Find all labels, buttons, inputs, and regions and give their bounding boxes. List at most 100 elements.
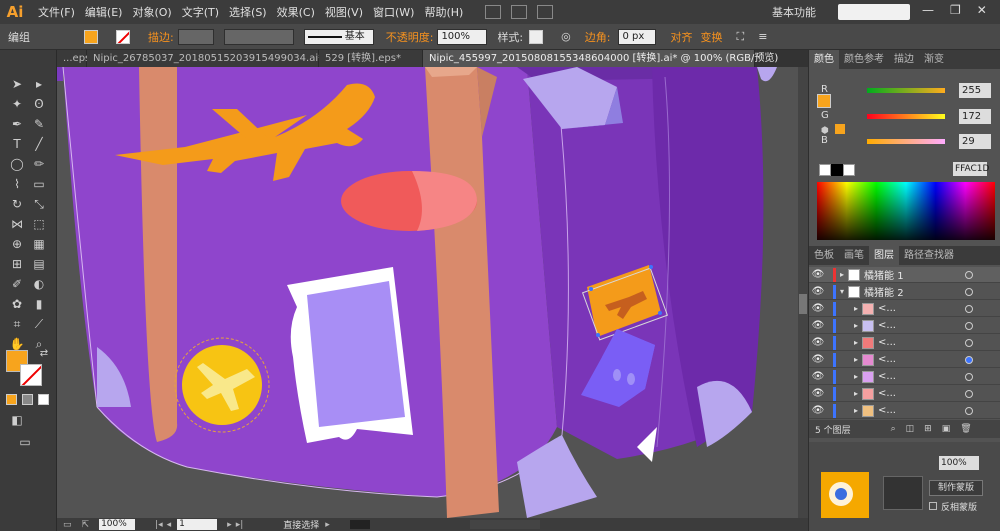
zoom-field[interactable]: 100%	[99, 519, 136, 530]
target-icon[interactable]	[965, 322, 973, 330]
none-color-swatch[interactable]	[819, 164, 831, 176]
artboard-tool-icon[interactable]: ⌗	[9, 316, 25, 332]
brush-style-field[interactable]: 基本	[303, 28, 374, 45]
layer-row[interactable]: 👁 ▸ <...	[809, 352, 1000, 368]
artboard-canvas[interactable]	[57, 67, 808, 518]
recolor-icon[interactable]: ◎	[561, 30, 571, 43]
layer-name[interactable]: <...	[878, 371, 896, 382]
eye-icon[interactable]: 👁	[811, 371, 825, 382]
target-icon[interactable]	[965, 407, 973, 415]
transform-link[interactable]: 变换	[700, 29, 722, 45]
eye-icon[interactable]: 👁	[811, 320, 825, 331]
transparency-opacity-field[interactable]: 100%	[939, 456, 979, 470]
shape-builder-icon[interactable]: ⊕	[9, 236, 25, 252]
variable-width-field[interactable]	[223, 28, 294, 45]
free-transform-icon[interactable]: ⬚	[31, 216, 47, 232]
tab-stroke[interactable]: 描边	[889, 50, 919, 69]
menu-edit[interactable]: 编辑(E)	[85, 4, 123, 20]
eyedropper-icon[interactable]: ✐	[9, 276, 25, 292]
fill-swatch[interactable]	[84, 29, 98, 44]
panel-menu-icon[interactable]: ≡	[758, 30, 767, 43]
target-icon[interactable]	[965, 305, 973, 313]
eye-icon[interactable]: 👁	[811, 303, 825, 314]
line-tool-icon[interactable]: ╱	[31, 136, 47, 152]
bridge-icon[interactable]	[485, 5, 502, 19]
vertical-scrollbar[interactable]	[798, 67, 808, 518]
stroke-weight-field[interactable]	[177, 28, 214, 45]
layer-row[interactable]: 👁 ▸ <...	[809, 386, 1000, 402]
gpu-icon[interactable]	[537, 5, 554, 19]
green-value[interactable]: 172	[959, 109, 991, 124]
menu-type[interactable]: 文字(T)	[182, 4, 219, 20]
blend-tool-icon[interactable]: ◐	[31, 276, 47, 292]
eye-icon[interactable]: 👁	[811, 388, 825, 399]
eraser-tool-icon[interactable]: ▭	[31, 176, 47, 192]
selection-tool-icon[interactable]: ➤	[9, 76, 25, 92]
collapse-icon[interactable]: ▾	[840, 287, 844, 296]
open-icon[interactable]: ⇱	[82, 520, 90, 530]
red-slider[interactable]: R 255	[815, 83, 997, 98]
mesh-tool-icon[interactable]: ⊞	[9, 256, 25, 272]
color-spectrum[interactable]	[817, 182, 995, 240]
stroke-color-box[interactable]	[20, 364, 42, 386]
screen-mode-icon[interactable]: ▭	[17, 434, 33, 450]
tab-document-3[interactable]: 529 [转换].eps*	[319, 50, 423, 67]
tab-layers[interactable]: 图层	[869, 246, 899, 265]
menu-effect[interactable]: 效果(C)	[277, 4, 315, 20]
make-mask-button[interactable]: 制作蒙版	[929, 480, 983, 496]
expand-icon[interactable]: ▸	[854, 406, 858, 415]
color-mode-icon[interactable]	[6, 394, 17, 405]
layer-name[interactable]: <...	[878, 303, 896, 314]
menu-file[interactable]: 文件(F)	[38, 4, 75, 20]
rotate-tool-icon[interactable]: ↻	[9, 196, 25, 212]
new-layer-icon[interactable]: ▣	[942, 424, 951, 434]
tab-document-1[interactable]: ...eps*	[57, 50, 95, 67]
tab-pathfinder[interactable]: 路径查找器	[899, 246, 959, 265]
tab-gradient[interactable]: 渐变	[919, 50, 949, 69]
delete-layer-icon[interactable]: 🗑	[960, 424, 971, 434]
eye-icon[interactable]: 👁	[811, 286, 825, 297]
none-mode-icon[interactable]	[38, 394, 49, 405]
blue-slider-track[interactable]	[867, 139, 945, 144]
close-icon[interactable]: ✕	[977, 3, 987, 17]
curvature-tool-icon[interactable]: ✎	[31, 116, 47, 132]
hex-field[interactable]: FFAC1D	[953, 162, 989, 176]
expand-icon[interactable]: ▸	[854, 389, 858, 398]
tab-brushes[interactable]: 画笔	[839, 246, 869, 265]
target-icon[interactable]	[965, 339, 973, 347]
new-sublayer-icon[interactable]: ⊞	[924, 424, 932, 434]
expand-icon[interactable]: ▸	[854, 355, 858, 364]
layer-name[interactable]: 橘猪能 2	[864, 284, 904, 299]
type-tool-icon[interactable]: T	[9, 136, 25, 152]
layer-name[interactable]: <...	[878, 354, 896, 365]
pen-tool-icon[interactable]: ✒	[9, 116, 25, 132]
target-icon[interactable]	[965, 356, 973, 364]
layer-name[interactable]: <...	[878, 388, 896, 399]
swap-colors-icon[interactable]: ⇄	[36, 346, 52, 362]
green-slider[interactable]: G 172	[815, 109, 997, 124]
arrange-documents-icon[interactable]	[511, 5, 528, 19]
expand-icon[interactable]: ▸	[854, 304, 858, 313]
green-slider-track[interactable]	[867, 114, 945, 119]
isolate-icon[interactable]: ⛶	[736, 30, 744, 44]
opacity-label[interactable]: 不透明度:	[386, 29, 434, 45]
target-icon[interactable]	[965, 373, 973, 381]
hscroll-thumb[interactable]	[469, 520, 540, 529]
eye-icon[interactable]: 👁	[811, 405, 825, 416]
menu-select[interactable]: 选择(S)	[229, 4, 267, 20]
scroll-thumb[interactable]	[799, 294, 807, 314]
blue-slider[interactable]: B 29	[815, 134, 997, 149]
tab-swatches[interactable]: 色板	[809, 246, 839, 265]
search-input[interactable]	[838, 4, 910, 20]
layer-name[interactable]: 橘猪能 1	[864, 267, 904, 282]
blue-value[interactable]: 29	[959, 134, 991, 149]
last-page-icon[interactable]: ▸|	[236, 520, 244, 530]
stroke-swatch[interactable]	[116, 29, 130, 44]
expand-icon[interactable]: ▸	[854, 338, 858, 347]
eye-icon[interactable]: 👁	[811, 337, 825, 348]
pencil-tool-icon[interactable]: ✏	[31, 156, 47, 172]
layer-name[interactable]: <...	[878, 405, 896, 416]
first-page-icon[interactable]: |◂	[155, 520, 163, 530]
status-menu-icon[interactable]: ▸	[325, 520, 330, 530]
make-clipping-mask-icon[interactable]: ◫	[906, 424, 915, 434]
